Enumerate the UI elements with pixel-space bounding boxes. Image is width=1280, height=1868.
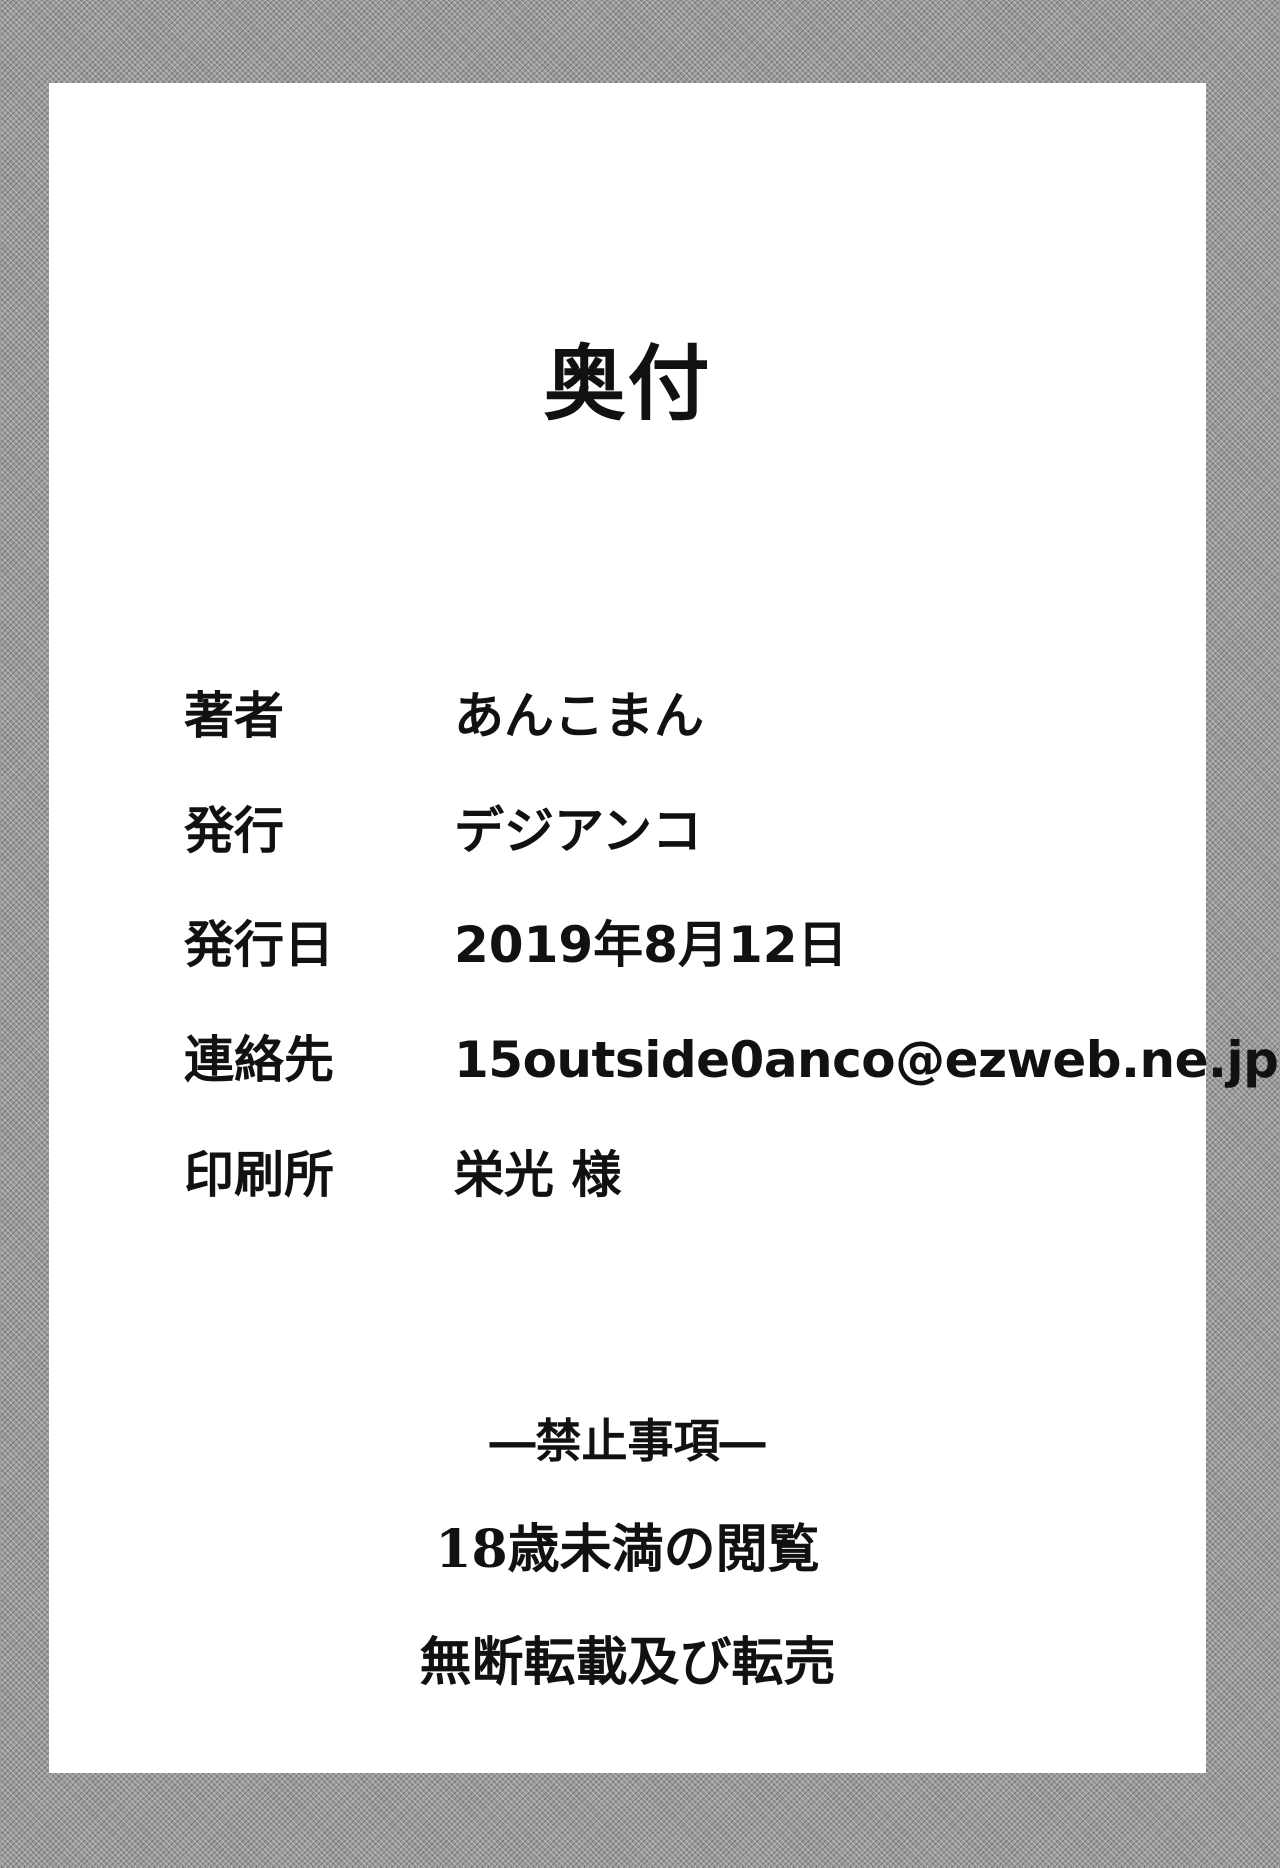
author-value: あんこまん: [454, 687, 704, 745]
contact-email: 15outside0anco@ezweb.ne.jp: [454, 1031, 1279, 1089]
prohibited-items-heading: ―禁止事項―: [489, 1414, 766, 1468]
prohibited-item: 無断転載及び転売: [419, 1632, 836, 1693]
publish-date-value: 2019年8月12日: [454, 916, 848, 974]
publisher-value: デジアンコ: [454, 802, 702, 860]
printer-value: 栄光 様: [454, 1146, 622, 1204]
colophon-page: 奥付 著者 あんこまん 発行 デジアンコ 発行日 2019年8月12日 連絡先 …: [49, 83, 1279, 1773]
author-label: 著者: [184, 687, 284, 745]
printer-label: 印刷所: [184, 1146, 334, 1204]
publish-date-label: 発行日: [184, 916, 334, 974]
page-title: 奥付: [543, 336, 712, 432]
contact-label: 連絡先: [184, 1031, 334, 1089]
publisher-label: 発行: [184, 802, 284, 860]
prohibited-item: 18歳未満の閲覧: [435, 1519, 820, 1580]
